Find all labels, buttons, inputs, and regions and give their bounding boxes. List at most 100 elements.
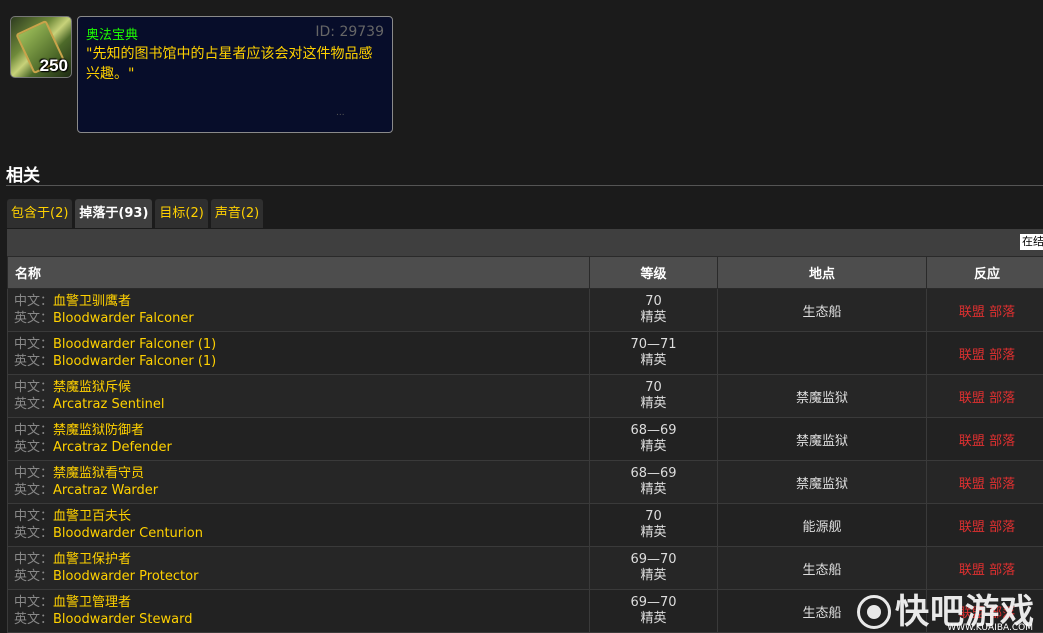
name-cell: 中文：血警卫百夫长 英文：Bloodwarder Centurion [7,503,590,547]
react-cell: 联盟 部落 [926,503,1043,547]
level-value: 69—70 [630,595,677,610]
react-alliance: 联盟 [958,304,985,320]
npc-name-en[interactable]: Bloodwarder Falconer (1) [53,354,216,369]
level-value: 70 [645,509,662,524]
table-row[interactable]: 中文：禁魔监狱防御者 英文：Arcatraz Defender 68—69 精英 禁魔监… [7,417,1043,461]
zone-cell[interactable]: 禁魔监狱 [717,417,927,461]
label-en: 英文： [14,526,54,541]
npc-name-cn[interactable]: 血警卫保护者 [53,552,131,567]
tab-dropped-by[interactable]: 掉落于(93) [75,199,153,228]
item-stack-count: 250 [39,56,68,75]
npc-name-en[interactable]: Bloodwarder Protector [53,569,198,584]
level-value: 70 [645,380,662,395]
level-cell: 68—69 精英 [589,460,718,504]
label-cn: 中文： [14,380,54,395]
react-horde: 部落 [989,433,1016,449]
npc-name-cn[interactable]: 血警卫百夫长 [53,509,131,524]
column-header-react[interactable]: 反应 [926,256,1043,289]
npc-name-en[interactable]: Bloodwarder Centurion [53,526,203,541]
zone-cell[interactable]: 禁魔监狱 [717,460,927,504]
level-value: 68—69 [630,423,677,438]
item-description: "先知的图书馆中的占星者应该会对这件物品感兴趣。" [86,46,373,82]
column-header-level[interactable]: 等级 [589,256,718,289]
react-alliance: 联盟 [958,519,985,535]
zone-cell[interactable]: 生态船 [717,288,927,332]
npc-name-en[interactable]: Bloodwarder Steward [53,612,192,627]
item-icon[interactable]: 250 [10,16,72,78]
level-classification: 精英 [640,439,667,454]
name-cell: 中文：血警卫保护者 英文：Bloodwarder Protector [7,546,590,590]
item-id: ID: 29739 [315,24,384,40]
column-header-zone[interactable]: 地点 [717,256,927,289]
table-toolbar: 在结 [7,229,1043,256]
react-horde: 部落 [989,476,1016,492]
level-cell: 70 精英 [589,503,718,547]
npc-name-cn[interactable]: 血警卫管理者 [53,595,131,610]
level-classification: 精英 [640,568,667,583]
level-cell: 68—69 精英 [589,417,718,461]
zone-cell[interactable] [717,331,927,375]
tab-objectives[interactable]: 目标(2) [155,199,208,228]
level-cell: 69—70 精英 [589,589,718,633]
level-classification: 精英 [640,396,667,411]
react-horde: 部落 [989,304,1016,320]
label-en: 英文： [14,397,54,412]
react-horde: 部落 [989,562,1016,578]
level-value: 70—71 [630,337,677,352]
npc-name-en[interactable]: Arcatraz Warder [53,483,158,498]
related-tabs: 包含于(2) 掉落于(93) 目标(2) 声音(2) [7,199,264,228]
react-horde: 部落 [989,390,1016,406]
react-alliance: 联盟 [958,476,985,492]
tab-sounds[interactable]: 声音(2) [210,199,264,228]
zone-cell[interactable]: 能源舰 [717,503,927,547]
label-en: 英文： [14,440,54,455]
name-cell: 中文：禁魔监狱斥候英文：Arcatraz Sentinel [7,374,590,418]
tooltip-dots: ... [336,108,345,118]
react-horde: 部落 [989,519,1016,535]
item-tooltip: 奥法宝典 ID: 29739 "先知的图书馆中的占星者应该会对这件物品感兴趣。"… [77,16,393,133]
react-alliance: 联盟 [958,562,985,578]
level-value: 70 [645,294,662,309]
label-cn: 中文： [14,294,54,309]
npc-name-cn[interactable]: 禁魔监狱防御者 [53,423,144,438]
npc-name-en[interactable]: Arcatraz Defender [53,440,172,455]
react-horde: 部落 [989,347,1016,363]
level-value: 68—69 [630,466,677,481]
watermark-url: WWW.KUAIBA.COM [947,623,1033,633]
table-row[interactable]: 中文：Bloodwarder Falconer (1) 英文：Bloodwarde… [7,331,1043,375]
npc-name-cn[interactable]: 禁魔监狱看守员 [53,466,144,481]
npc-name-cn[interactable]: 禁魔监狱斥候 [53,380,131,395]
npc-name-en[interactable]: Arcatraz Sentinel [53,397,164,412]
label-cn: 中文： [14,423,54,438]
search-input[interactable]: 在结 [1020,234,1043,250]
level-classification: 精英 [640,353,667,368]
name-cell: 中文：血警卫驯鹰者 英文：Bloodwarder Falconer [7,288,590,332]
level-classification: 精英 [640,525,667,540]
column-header-name[interactable]: 名称 [7,256,590,289]
watermark-logo-icon [857,595,891,629]
zone-cell[interactable]: 生态船 [717,546,927,590]
label-en: 英文： [14,354,54,369]
tab-contained-in[interactable]: 包含于(2) [7,199,73,228]
table-row[interactable]: 中文：禁魔监狱看守员 英文：Arcatraz Warder 68—69 精英 禁魔监狱联… [7,460,1043,504]
level-cell: 70—71 精英 [589,331,718,375]
react-alliance: 联盟 [958,433,985,449]
npc-name-cn[interactable]: Bloodwarder Falconer (1) [53,337,216,352]
label-cn: 中文： [14,337,54,352]
react-cell: 联盟 部落 [926,288,1043,332]
table-row[interactable]: 中文：血警卫百夫长 英文：Bloodwarder Centurion 70 精英 能源舰… [7,503,1043,547]
react-cell: 联盟 部落 [926,460,1043,504]
label-cn: 中文： [14,466,54,481]
name-cell: 中文：禁魔监狱看守员 英文：Arcatraz Warder [7,460,590,504]
divider [6,185,1043,186]
npc-name-cn[interactable]: 血警卫驯鹰者 [53,294,131,309]
label-en: 英文： [14,569,54,584]
npc-name-en[interactable]: Bloodwarder Falconer [53,311,194,326]
table-row[interactable]: 中文：禁魔监狱斥候 英文：Arcatraz Sentinel 70 精英 禁魔监狱 联盟 … [7,374,1043,418]
react-cell: 联盟 部落 [926,546,1043,590]
table-row[interactable]: 中文：血警卫驯鹰者 英文：Bloodwarder Falconer 70 精英 生态船联… [7,288,1043,332]
table-row[interactable]: 中文：血警卫保护者 英文：Bloodwarder Protector 69—70 精英… [7,546,1043,590]
zone-cell[interactable]: 禁魔监狱 [717,374,927,418]
react-alliance: 联盟 [958,390,985,406]
name-cell: 中文：Bloodwarder Falconer (1) 英文：Bloodwarde… [7,331,590,375]
